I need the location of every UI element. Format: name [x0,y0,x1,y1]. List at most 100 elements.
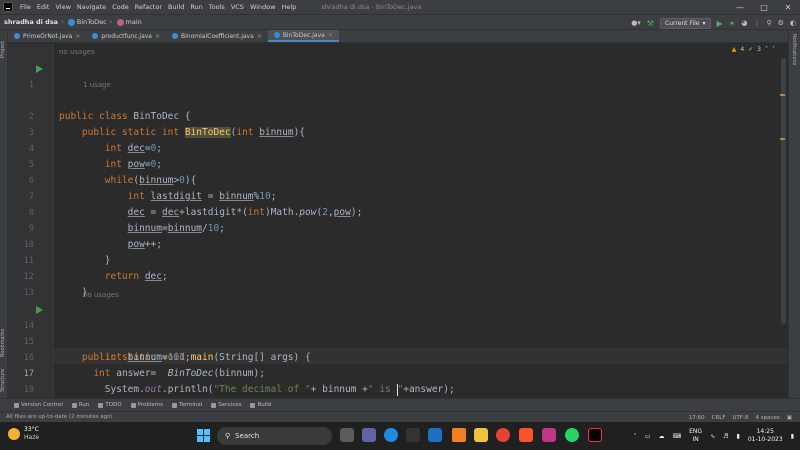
chevron-up-icon[interactable]: ˄ [634,433,637,440]
terminal-tool-button[interactable]: Terminal [172,402,202,408]
menu-run[interactable]: Run [190,3,202,11]
menu-vcs[interactable]: VCS [231,3,244,11]
close-icon[interactable]: ✕ [257,33,262,40]
minimize-icon[interactable]: — [728,0,752,14]
run-configuration-label: Current File [665,19,700,27]
file-explorer-icon[interactable] [474,428,488,442]
menu-view[interactable]: View [55,3,70,11]
volume-icon[interactable]: ♬ [723,433,728,440]
user-icon[interactable]: ●▾ [631,19,641,27]
code-editor[interactable]: ▲ 4 ✔ 3 ˄ ˅ no usages 1 usage no usages 1 … [8,44,787,398]
run-icon[interactable]: ▶ [717,19,723,28]
wifi-icon[interactable]: ∿ [710,433,715,440]
close-icon[interactable]: ✕ [155,33,160,40]
run-tool-button[interactable]: Run [71,402,89,408]
close-icon[interactable]: ✕ [328,32,333,39]
usage-hint[interactable]: no usages [83,287,119,303]
debug-icon[interactable]: ✶ [729,19,736,28]
tab-bintodec[interactable]: BinToDec.java ✕ [267,30,339,42]
line-separator[interactable]: CRLF [712,415,726,421]
keyboard-icon[interactable]: ⌨ [672,433,681,440]
warning-marker[interactable] [780,94,785,96]
usage-hint[interactable]: no usages [59,44,95,60]
ok-count: 3 [757,46,761,53]
menu-navigate[interactable]: Navigate [77,3,106,11]
warning-marker[interactable] [780,138,785,140]
teams-chat-icon[interactable] [362,428,376,442]
inspection-widget[interactable]: ▲ 4 ✔ 3 ˄ ˅ [732,46,775,53]
whatsapp-icon[interactable] [565,428,579,442]
version-control-button[interactable]: Version Control [14,402,63,408]
run-configuration-select[interactable]: Current File ▾ [660,17,711,29]
code-line: 18 } [8,366,768,395]
tab-binomialcoefficient[interactable]: BinomialCoefficient.java ✕ [166,30,268,42]
clock-date: 01-10-2023 [747,436,783,443]
vlc-icon[interactable] [452,428,466,442]
structure-tool-button[interactable]: Structure [0,364,8,396]
coverage-icon[interactable]: ◕ [741,19,747,27]
close-icon[interactable]: ✕ [776,0,800,14]
breadcrumb-method[interactable]: main [116,18,142,26]
weather-widget[interactable]: 33°C Haze [8,426,39,442]
mail-icon[interactable] [428,428,442,442]
breadcrumb-file[interactable]: BinToDec [67,18,107,26]
file-encoding[interactable]: UTF-8 [733,415,749,421]
bookmarks-tool-button[interactable]: Bookmarks [0,326,8,360]
code-line: 2 public static int BinToDec(int binnum)… [8,93,768,138]
lock-icon[interactable]: ▣ [787,415,792,421]
taskbar-search[interactable]: ⚲ Search [217,427,332,445]
clock[interactable]: 14:25 01-10-2023 [748,428,783,444]
menu-code[interactable]: Code [112,3,129,11]
battery-icon[interactable]: ▮ [737,433,740,440]
more-actions-icon[interactable]: ⋮ [753,19,760,27]
search-label: Search [235,432,260,440]
windows-start-icon[interactable] [197,429,210,442]
search-everywhere-icon[interactable]: ⚲ [766,19,771,27]
usage-hint[interactable]: 1 usage [83,77,111,93]
brave-icon[interactable] [519,428,533,442]
menu-file[interactable]: File [20,3,31,11]
menu-refactor[interactable]: Refactor [135,3,162,11]
menu-edit[interactable]: Edit [37,3,50,11]
problems-tool-button[interactable]: Problems [130,402,163,408]
ide-logo-icon[interactable]: ◐ [790,19,796,27]
intellij-taskbar-icon[interactable] [588,428,602,442]
edge-icon[interactable] [384,428,398,442]
hammer-icon[interactable]: ⚒ [647,19,654,28]
tab-productfunc[interactable]: productfunc.java ✕ [86,30,166,42]
instagram-icon[interactable] [542,428,556,442]
breadcrumb-separator-icon: › [109,18,113,26]
editor-tabs: PrimeOrNot.java ✕ productfunc.java ✕ Binom… [8,30,788,43]
task-view-icon[interactable] [340,428,354,442]
indent-setting[interactable]: 4 spaces [756,415,780,421]
editor-scrollbar[interactable] [781,58,786,324]
intellij-logo-icon[interactable] [3,2,13,12]
project-tool-button[interactable]: Project [0,34,8,64]
run-class-icon[interactable] [36,65,43,73]
menu-build[interactable]: Build [168,3,184,11]
services-tool-button[interactable]: Services [211,402,241,408]
menu-window[interactable]: Window [250,3,276,11]
tab-primeornot[interactable]: PrimeOrNot.java ✕ [8,30,86,42]
notifications-tool-button[interactable]: Notifications [791,34,797,65]
build-tool-button[interactable]: Build [250,402,271,408]
code-line: 6 int lastdigit = binnum%10; [8,157,768,202]
caret-position[interactable]: 17:60 [689,415,705,421]
maximize-icon[interactable]: □ [752,0,776,14]
run-main-icon[interactable] [36,306,43,314]
monitor-icon[interactable]: ▭ [645,433,651,440]
status-message[interactable]: All files are up-to-date (2 minutes ago) [6,414,113,420]
menu-tools[interactable]: Tools [209,3,225,11]
close-icon[interactable]: ✕ [75,33,80,40]
chrome-icon[interactable] [496,428,510,442]
settings-icon[interactable]: ⚙ [778,19,784,27]
code-line: 17 System.out.println("The decimal of "+… [8,350,768,396]
code-line: 15 int binnum=101; [8,318,768,363]
breadcrumb-project[interactable]: shradha di dsa [4,18,58,26]
cloud-icon[interactable]: ☁ [658,433,664,440]
notifications-icon[interactable]: ▮ [791,433,794,440]
todo-tool-button[interactable]: TODO [98,402,122,408]
language-indicator[interactable]: ENG IN [689,428,702,444]
store-icon[interactable] [406,428,420,442]
menu-help[interactable]: Help [282,3,297,11]
